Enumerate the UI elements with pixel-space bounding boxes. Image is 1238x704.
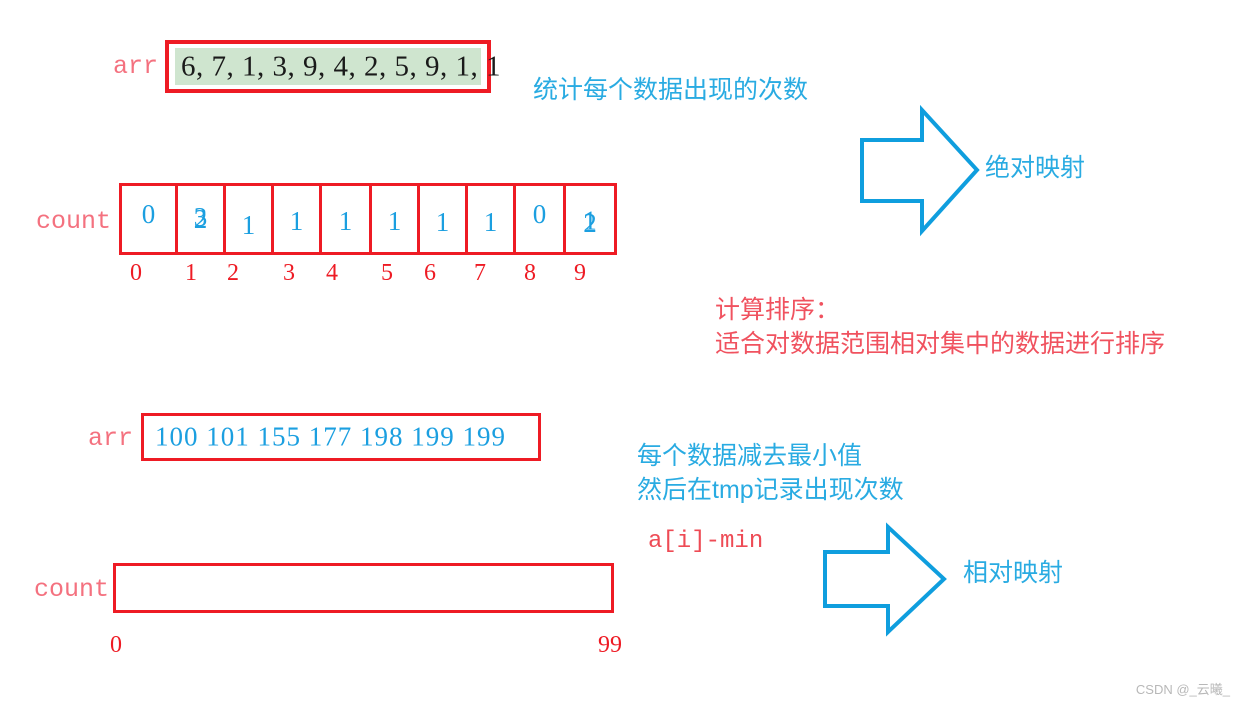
count-cell-value: 1 [483,206,498,237]
block-arrow-right-icon [860,104,980,237]
count-label-top: count [36,207,112,236]
annotation-subtract-min-line2: 然后在tmp记录出现次数 [637,476,904,504]
counting-sort-title: 计算排序： [715,296,841,324]
count-range-end: 99 [598,632,622,658]
csdn-watermark: CSDN @_云曦_ [1135,682,1230,697]
label-relative-mapping: 相对映射 [963,559,1064,587]
arr-label-second: arr [88,424,134,453]
arrow-absolute-mapping [857,103,982,238]
count-cell-value: 1 [241,209,256,240]
count-cell: 0 [516,186,566,252]
count-cell-value: 0 [532,198,547,229]
label-absolute-mapping: 绝对映射 [985,154,1086,182]
arrow-relative-mapping [820,522,950,637]
count-cell-value: 1 [289,205,304,236]
arr-values-second: 100 101 155 177 198 199 199 [155,421,506,452]
count-array: 0 3 2 1 1 1 1 1 1 0 2 1 [119,183,617,255]
count-cell: 1 [274,186,322,252]
count-cell-overlay: 1 [583,205,597,236]
count-index-tick: 6 [424,260,436,286]
count-index-tick: 7 [474,260,486,286]
count-array-bottom [113,563,614,613]
count-index-tick: 8 [524,260,536,286]
count-index-tick: 2 [227,260,239,286]
count-cell-value: 1 [387,205,402,236]
block-arrow-right-icon [823,522,947,637]
arr-array-second: 100 101 155 177 198 199 199 [141,413,541,461]
count-label-bottom: count [34,575,110,604]
count-index-tick: 5 [381,260,393,286]
count-index-tick: 4 [326,260,338,286]
count-index-tick: 0 [130,260,142,286]
count-index-tick: 9 [574,260,586,286]
count-cell: 1 [420,186,468,252]
count-cell: 3 2 [178,186,226,252]
formula-ai-minus-min: a[i]-min [648,528,764,555]
count-cell-value: 1 [435,206,450,237]
count-cell: 1 [468,186,516,252]
diagram-canvas: arr 6, 7, 1, 3, 9, 4, 2, 5, 9, 1, 1 统计每个… [0,0,1238,704]
count-cell-value: 1 [338,205,353,236]
counting-sort-description: 适合对数据范围相对集中的数据进行排序 [715,330,1166,358]
count-cell-overlay: 2 [193,204,208,235]
count-cell-value: 0 [141,198,156,229]
count-cell: 1 [322,186,372,252]
annotation-subtract-min-line1: 每个数据减去最小值 [637,442,863,470]
count-index-tick: 3 [283,260,295,286]
arr-values-top: 6, 7, 1, 3, 9, 4, 2, 5, 9, 1, 1 [181,50,501,82]
count-index-tick: 1 [185,260,197,286]
count-cell: 0 [122,186,178,252]
count-cell: 2 1 [566,186,614,252]
count-range-start: 0 [110,632,122,658]
count-cell: 1 [226,186,274,252]
count-cell: 1 [372,186,420,252]
arr-array-top: 6, 7, 1, 3, 9, 4, 2, 5, 9, 1, 1 [165,40,501,93]
arr-label-top: arr [113,52,159,81]
annotation-count-occurrences: 统计每个数据出现的次数 [533,76,809,104]
